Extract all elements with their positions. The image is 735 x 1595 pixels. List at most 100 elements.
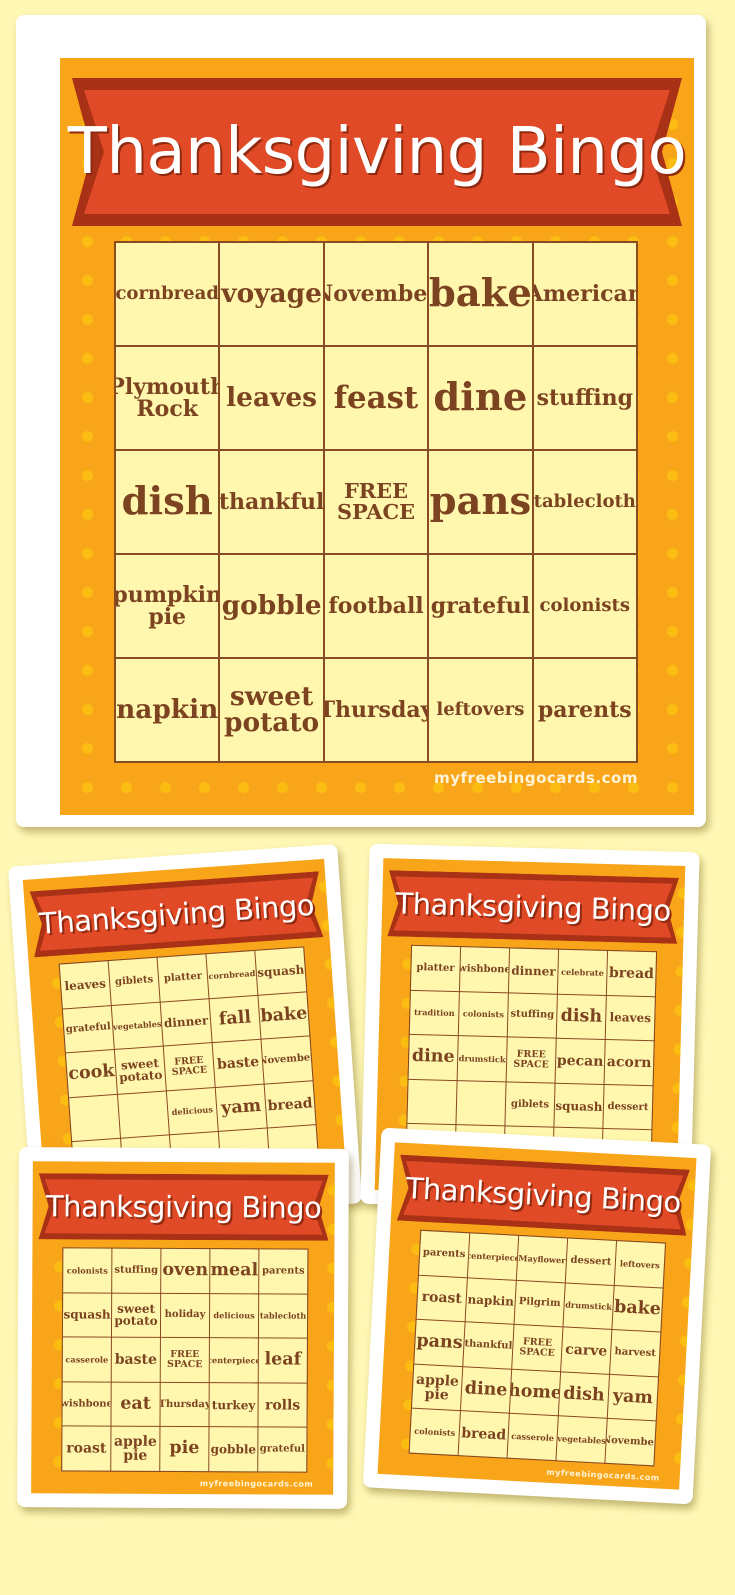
bingo-cell: American xyxy=(533,243,636,345)
bingo-cell: Plymouth Rock xyxy=(116,347,219,449)
free-space-cell: FREE SPACE xyxy=(163,1043,215,1091)
bingo-cell: pans xyxy=(429,451,532,553)
bingo-cell: leaves xyxy=(220,347,323,449)
bingo-grid: colonists stuffing oven meal parents squash sw… xyxy=(61,1247,309,1473)
bingo-cell: dinner xyxy=(508,948,559,994)
bingo-cell: Mayflower xyxy=(516,1235,568,1283)
card-title: Thanksgiving Bingo xyxy=(67,115,687,189)
bingo-board: Thanksgiving Bingo parents centerpiece May… xyxy=(377,1142,697,1490)
bingo-cell: leftovers xyxy=(614,1241,665,1288)
bingo-cell: squash xyxy=(255,947,307,995)
bingo-cell: delicious xyxy=(166,1087,218,1135)
bingo-cell: November xyxy=(324,243,428,345)
bingo-cell: casserole xyxy=(507,1414,558,1461)
bingo-cell: parents xyxy=(419,1230,470,1277)
bingo-cell: cook xyxy=(66,1050,117,1098)
bingo-cell: stuffing xyxy=(533,347,636,449)
bingo-cell: dish xyxy=(558,1372,610,1419)
bingo-cell: sweet potato xyxy=(114,1046,166,1094)
bingo-grid: cornbreadvoyageNovemberbakeAmerican Plymo… xyxy=(114,241,638,763)
bingo-cell: celebrate xyxy=(557,949,608,995)
site-watermark: myfreebingocards.com xyxy=(199,1479,314,1489)
bingo-cell: holiday xyxy=(160,1293,210,1338)
bingo-cell: yam xyxy=(215,1084,267,1132)
bingo-cell: bread xyxy=(606,951,657,996)
bingo-cell: roast xyxy=(62,1426,111,1471)
bingo-cell: turkey xyxy=(209,1382,258,1427)
bingo-cell: drumstick xyxy=(457,1036,507,1082)
bingo-cell: roast xyxy=(416,1275,467,1322)
site-watermark: myfreebingocards.com xyxy=(546,1467,660,1483)
bingo-cell: meal xyxy=(210,1249,259,1293)
bingo-cell: oven xyxy=(161,1248,210,1293)
bingo-cell: grateful xyxy=(62,1005,114,1053)
bingo-cell: dinner xyxy=(160,998,212,1046)
bingo-cell: Pilgrim xyxy=(514,1280,565,1327)
bingo-cell: apple pie xyxy=(111,1427,160,1471)
free-space-cell: FREE SPACE xyxy=(506,1037,556,1083)
bingo-cell xyxy=(117,1091,169,1139)
bingo-cell: dessert xyxy=(603,1084,653,1130)
free-space-cell: FREE SPACE xyxy=(324,451,428,553)
bingo-cell: grateful xyxy=(429,555,532,657)
bingo-cell: stuffing xyxy=(507,993,557,1038)
bingo-cell: dessert xyxy=(565,1238,617,1285)
bingo-cell: wishbone xyxy=(62,1382,111,1427)
bingo-cell: leaves xyxy=(59,961,111,1009)
bingo-cell: November xyxy=(261,1036,313,1084)
bingo-cell: centerpiece xyxy=(467,1233,519,1280)
bingo-cell: vegetables xyxy=(556,1416,607,1463)
bingo-cell: feast xyxy=(324,347,428,449)
bingo-cell: sweet potato xyxy=(220,659,323,761)
bingo-cell: thankful xyxy=(220,451,323,553)
bingo-cell: parents xyxy=(259,1249,308,1294)
bingo-cell: Thursday xyxy=(324,659,428,761)
bingo-cell: tablecloth xyxy=(258,1293,308,1338)
bingo-cell: harvest xyxy=(610,1330,661,1377)
title-banner: Thanksgiving Bingo xyxy=(387,870,679,944)
bingo-cell: pecan xyxy=(555,1038,605,1084)
bingo-cell xyxy=(456,1080,506,1126)
bingo-cell: dish xyxy=(116,451,219,553)
bingo-cell: pans xyxy=(414,1319,465,1366)
bingo-cell: platter xyxy=(410,945,461,991)
bingo-cell: wishbone xyxy=(459,947,510,993)
bingo-cell: Thursday xyxy=(160,1382,209,1427)
bingo-cell: centerpiece xyxy=(209,1338,258,1383)
bingo-cell: stuffing xyxy=(112,1248,161,1293)
bingo-cell: fall xyxy=(209,995,261,1043)
title-banner: Thanksgiving Bingo xyxy=(67,78,687,226)
bingo-cell: platter xyxy=(157,954,209,1002)
bingo-cell: bread xyxy=(458,1411,509,1458)
bingo-cell: bread xyxy=(264,1081,316,1128)
bingo-cell xyxy=(407,1079,457,1125)
bingo-cell: cornbread xyxy=(116,243,219,345)
bingo-cell: cornbread xyxy=(206,950,258,998)
bingo-cell: voyage xyxy=(220,243,323,345)
free-space-cell: FREE SPACE xyxy=(512,1325,563,1372)
bingo-cell: napkin xyxy=(116,659,219,761)
bingo-cell: colonists xyxy=(409,1408,460,1456)
bingo-cell: pumpkin pie xyxy=(116,555,219,657)
bingo-cell: tablecloth xyxy=(533,451,636,553)
bingo-cell: baste xyxy=(212,1039,264,1087)
bingo-cell: bake xyxy=(258,992,310,1039)
bingo-cell: leftovers xyxy=(429,659,532,761)
bingo-cell: colonists xyxy=(533,555,636,657)
bingo-cell: dine xyxy=(408,1035,458,1080)
bingo-cell: colonists xyxy=(458,991,508,1037)
main-bingo-card: Thanksgiving Bingo cornbreadvoyageNovemb… xyxy=(16,15,706,827)
bingo-cell: drumstick xyxy=(563,1283,614,1330)
title-banner: Thanksgiving Bingo xyxy=(29,871,324,958)
bingo-cell: apple pie xyxy=(412,1364,463,1411)
bingo-cell: baste xyxy=(111,1337,160,1382)
bingo-cell: delicious xyxy=(209,1293,259,1338)
bingo-cell: giblets xyxy=(505,1082,555,1128)
bingo-cell: sweet potato xyxy=(111,1293,161,1338)
bingo-cell: napkin xyxy=(465,1277,516,1324)
bingo-cell: home xyxy=(509,1369,561,1416)
bingo-cell: gobble xyxy=(209,1427,258,1472)
bingo-cell: eat xyxy=(111,1382,160,1427)
bingo-cell: November xyxy=(605,1419,656,1466)
bingo-cell: thankful xyxy=(463,1322,514,1369)
